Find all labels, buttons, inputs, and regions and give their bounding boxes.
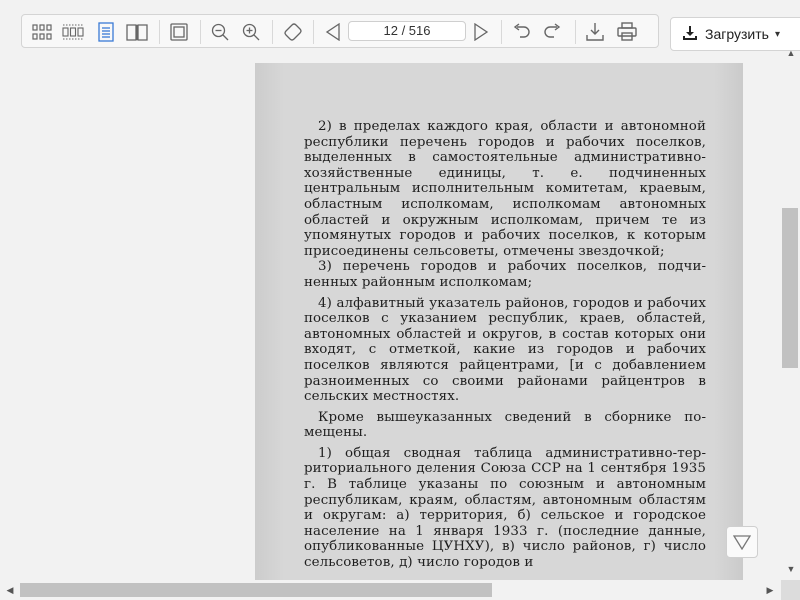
toolbar-separator — [313, 20, 314, 44]
horizontal-scroll-thumb[interactable] — [20, 583, 492, 597]
redo-icon[interactable] — [540, 19, 566, 45]
zoom-in-icon[interactable] — [238, 19, 264, 45]
fit-page-icon[interactable] — [166, 19, 192, 45]
download-icon[interactable] — [582, 19, 608, 45]
two-page-icon[interactable] — [124, 19, 150, 45]
chevron-down-icon: ▾ — [774, 28, 780, 40]
scroll-right-arrow-icon[interactable]: ▶ — [764, 584, 776, 596]
zoom-out-icon[interactable] — [207, 19, 233, 45]
scrollbar-corner — [781, 580, 800, 600]
paragraph: 1) общая сводная таблица административно… — [304, 445, 706, 571]
paragraph: 4) алфавитный указатель районов, городов… — [304, 295, 706, 405]
scroll-top-button[interactable] — [726, 526, 758, 558]
paragraph: 3) перечень городов и рабочих поселков, … — [304, 259, 706, 290]
toolbar-separator — [159, 20, 160, 44]
download-button[interactable]: Загрузить ▾ — [670, 17, 800, 51]
scroll-down-arrow-icon[interactable]: ▼ — [785, 563, 797, 575]
download-icon — [683, 25, 697, 43]
thumbnails-strip-icon[interactable] — [60, 19, 86, 45]
prev-page-icon[interactable] — [320, 19, 346, 45]
next-page-icon[interactable] — [468, 19, 494, 45]
page-text: 2) в пределах каждого края, области и ав… — [304, 119, 706, 571]
toolbar-separator — [501, 20, 502, 44]
scroll-left-arrow-icon[interactable]: ◀ — [4, 584, 16, 596]
paragraph: Кроме вышеуказанных сведений в сборнике … — [304, 409, 706, 441]
thumbnails-grid-icon[interactable] — [29, 19, 55, 45]
print-icon[interactable] — [614, 19, 640, 45]
download-label: Загрузить — [705, 26, 769, 42]
triangle-down-icon — [733, 535, 751, 550]
rotate-tool-icon[interactable] — [280, 19, 306, 45]
paragraph: 2) в пределах каждого края, области и ав… — [304, 119, 706, 259]
vertical-scroll-thumb[interactable] — [782, 208, 798, 368]
toolbar-separator — [200, 20, 201, 44]
document-page: 2) в пределах каждого края, области и ав… — [255, 63, 743, 580]
scroll-up-arrow-icon[interactable]: ▲ — [785, 47, 797, 59]
undo-icon[interactable] — [508, 19, 534, 45]
viewer-toolbar: 12 / 516 — [21, 14, 659, 48]
single-page-icon[interactable] — [93, 19, 119, 45]
page-number-input[interactable]: 12 / 516 — [348, 21, 466, 41]
toolbar-separator — [575, 20, 576, 44]
toolbar-separator — [272, 20, 273, 44]
